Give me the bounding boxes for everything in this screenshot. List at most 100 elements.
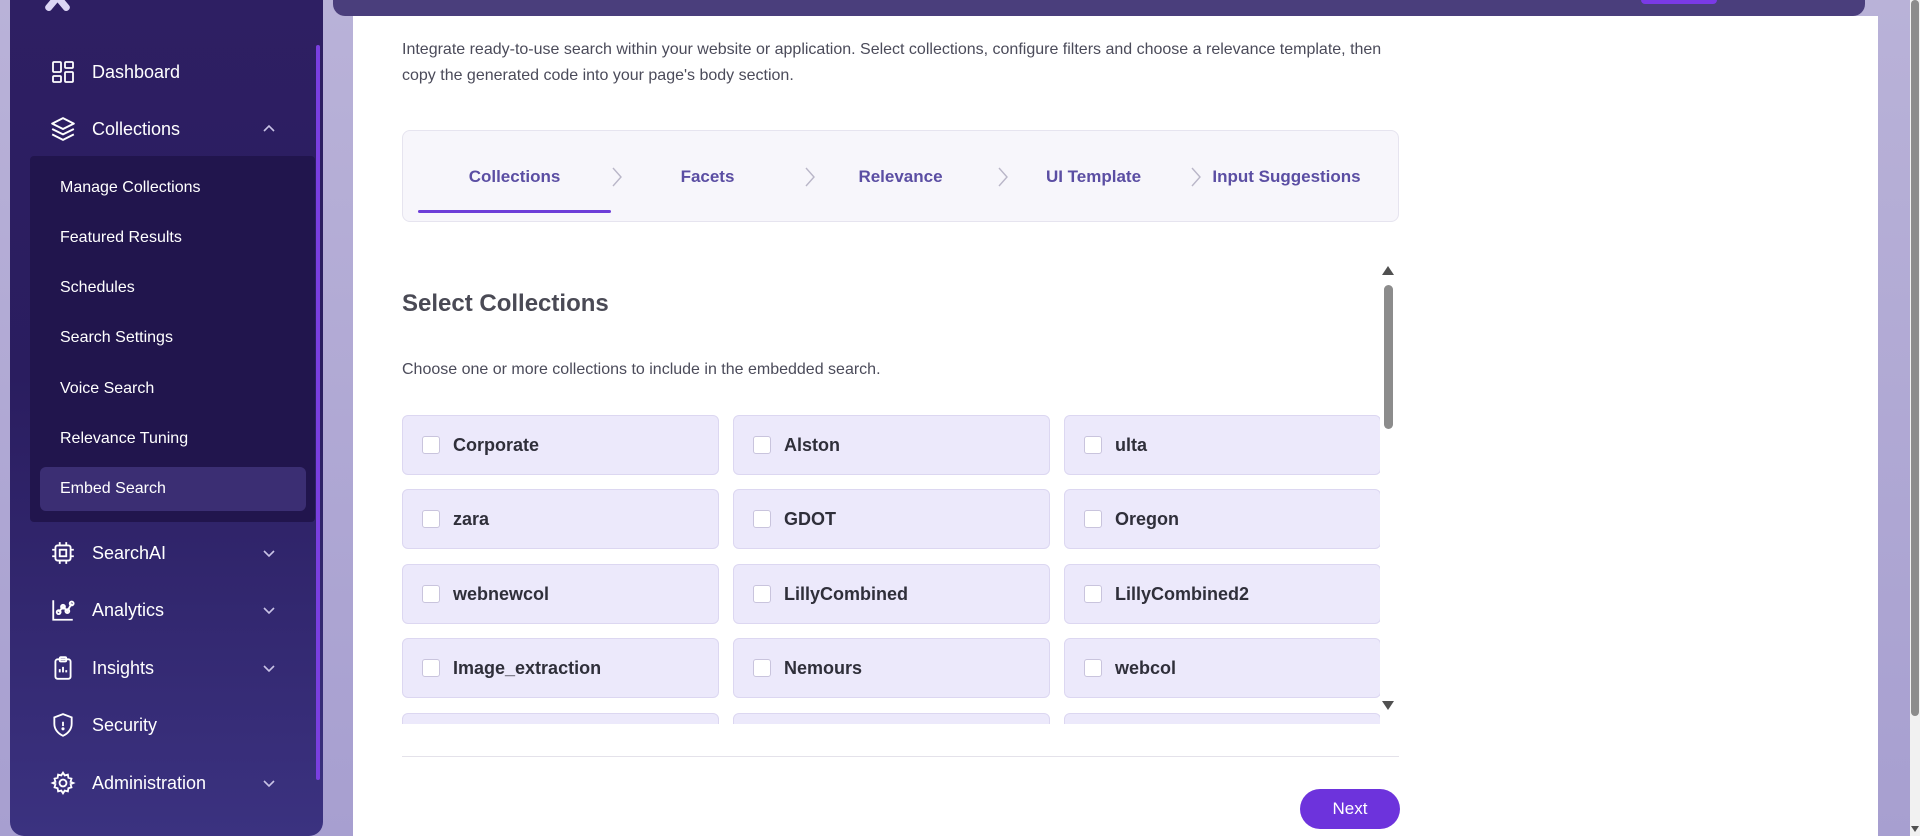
section-description: Choose one or more collections to includ… <box>402 361 881 378</box>
collection-checkbox[interactable] <box>422 659 440 677</box>
collection-card[interactable]: Corporate <box>402 415 719 475</box>
collection-checkbox[interactable] <box>422 585 440 603</box>
logo-mark-icon <box>40 0 74 10</box>
collection-card[interactable]: webnewcol <box>402 564 719 624</box>
collection-card[interactable] <box>733 713 1050 724</box>
collection-label: LillyCombined <box>784 583 909 604</box>
collection-checkbox[interactable] <box>753 659 771 677</box>
sidebar-item-label: Dashboard <box>92 61 181 82</box>
collection-label: LillyCombined2 <box>1115 583 1250 604</box>
collection-checkbox[interactable] <box>1084 510 1102 528</box>
collection-checkbox[interactable] <box>1084 585 1102 603</box>
wizard-stepper: Collections Facets Relevance UI Template… <box>402 130 1399 222</box>
collection-card[interactable]: GDOT <box>733 489 1050 549</box>
scroll-up-arrow-icon[interactable] <box>1382 266 1394 275</box>
step-label: Relevance <box>858 167 943 186</box>
collection-label: Oregon <box>1115 508 1180 529</box>
sidebar-item-label: Analytics <box>92 599 165 620</box>
collection-checkbox[interactable] <box>422 510 440 528</box>
sidebar-item-security[interactable]: Security <box>30 701 300 749</box>
collection-checkbox[interactable] <box>1084 436 1102 454</box>
collection-card[interactable]: Nemours <box>733 638 1050 698</box>
sidebar-item-searchai[interactable]: SearchAI <box>30 529 300 577</box>
collection-checkbox[interactable] <box>753 510 771 528</box>
sidebar-item-administration[interactable]: Administration <box>30 759 300 807</box>
step-label: Input Suggestions <box>1212 167 1361 186</box>
chip-icon <box>50 540 76 566</box>
submenu-item-voice-search[interactable]: Voice Search <box>40 367 306 411</box>
step-collections[interactable]: Collections <box>418 131 611 223</box>
collections-scrollbar[interactable] <box>1382 266 1394 710</box>
submenu-item-label: Relevance Tuning <box>60 430 189 447</box>
scroll-thumb[interactable] <box>1384 285 1393 429</box>
collection-checkbox[interactable] <box>753 585 771 603</box>
submenu-item-label: Manage Collections <box>60 179 201 196</box>
collection-label: zara <box>453 508 490 529</box>
scroll-down-arrow-icon[interactable] <box>1382 701 1394 710</box>
page-scroll-thumb[interactable] <box>1911 0 1919 716</box>
header-action-button[interactable] <box>1641 0 1717 4</box>
collection-card[interactable] <box>1064 713 1380 724</box>
chevron-up-icon <box>260 120 278 138</box>
collection-card[interactable] <box>402 713 719 724</box>
sidebar-item-analytics[interactable]: Analytics <box>30 586 300 634</box>
submenu-item-label: Schedules <box>60 279 135 296</box>
submenu-item-relevance-tuning[interactable]: Relevance Tuning <box>40 417 306 461</box>
step-input-suggestions[interactable]: Input Suggestions <box>1190 131 1383 223</box>
collection-card[interactable]: Oregon <box>1064 489 1380 549</box>
chevron-down-icon <box>260 601 278 619</box>
collection-card[interactable]: Image_extraction <box>402 638 719 698</box>
shield-icon <box>50 712 76 738</box>
collection-card[interactable]: LillyCombined <box>733 564 1050 624</box>
next-button[interactable]: Next <box>1300 789 1400 829</box>
sidebar-item-label: Insights <box>92 657 155 678</box>
submenu-item-manage-collections[interactable]: Manage Collections <box>40 166 306 210</box>
sidebar-scrollbar[interactable] <box>316 45 320 780</box>
collection-card[interactable]: zara <box>402 489 719 549</box>
sidebar-item-label: Administration <box>92 772 207 793</box>
sidebar-item-label: Collections <box>92 118 181 139</box>
collections-submenu: Manage Collections Featured Results Sche… <box>30 156 315 522</box>
collection-label: Nemours <box>784 657 863 678</box>
brand-logo <box>40 0 280 10</box>
collection-card[interactable]: webcol <box>1064 638 1380 698</box>
collection-checkbox[interactable] <box>1084 659 1102 677</box>
step-label: Facets <box>680 167 735 186</box>
collection-label: webcol <box>1115 657 1177 678</box>
sidebar-item-insights[interactable]: Insights <box>30 644 300 692</box>
collection-checkbox[interactable] <box>753 436 771 454</box>
collection-label: ulta <box>1115 434 1148 455</box>
page-scroll-down-icon[interactable] <box>1911 826 1919 832</box>
submenu-item-embed-search[interactable]: Embed Search <box>40 467 306 511</box>
sidebar-item-dashboard[interactable]: Dashboard <box>30 48 300 96</box>
step-relevance[interactable]: Relevance <box>804 131 997 223</box>
submenu-item-featured-results[interactable]: Featured Results <box>40 216 306 260</box>
sidebar: Dashboard Collections Manage Collections… <box>10 0 323 836</box>
page-description: Integrate ready-to-use search within you… <box>402 41 1382 84</box>
collection-label: Alston <box>784 434 840 455</box>
submenu-item-schedules[interactable]: Schedules <box>40 266 306 310</box>
step-ui-template[interactable]: UI Template <box>997 131 1190 223</box>
page-scrollbar[interactable] <box>1910 0 1920 836</box>
submenu-item-label: Voice Search <box>60 380 155 397</box>
gear-icon <box>50 770 76 796</box>
step-facets[interactable]: Facets <box>611 131 804 223</box>
collection-label: GDOT <box>784 508 836 529</box>
collection-label: Image_extraction <box>453 657 602 678</box>
section-title: Select Collections <box>402 290 609 317</box>
collection-checkbox[interactable] <box>422 436 440 454</box>
step-label: Collections <box>468 167 561 186</box>
collection-card[interactable]: ulta <box>1064 415 1380 475</box>
chevron-down-icon <box>260 544 278 562</box>
footer-divider <box>402 756 1399 757</box>
dashboard-icon <box>50 59 76 85</box>
analytics-icon <box>50 597 76 623</box>
top-header <box>333 0 1865 16</box>
embed-search-panel: Integrate ready-to-use search within you… <box>353 16 1878 836</box>
collection-label: Corporate <box>453 434 540 455</box>
collection-label: webnewcol <box>453 583 550 604</box>
collection-card[interactable]: Alston <box>733 415 1050 475</box>
collection-card[interactable]: LillyCombined2 <box>1064 564 1380 624</box>
submenu-item-search-settings[interactable]: Search Settings <box>40 316 306 360</box>
sidebar-item-collections[interactable]: Collections <box>30 105 300 153</box>
